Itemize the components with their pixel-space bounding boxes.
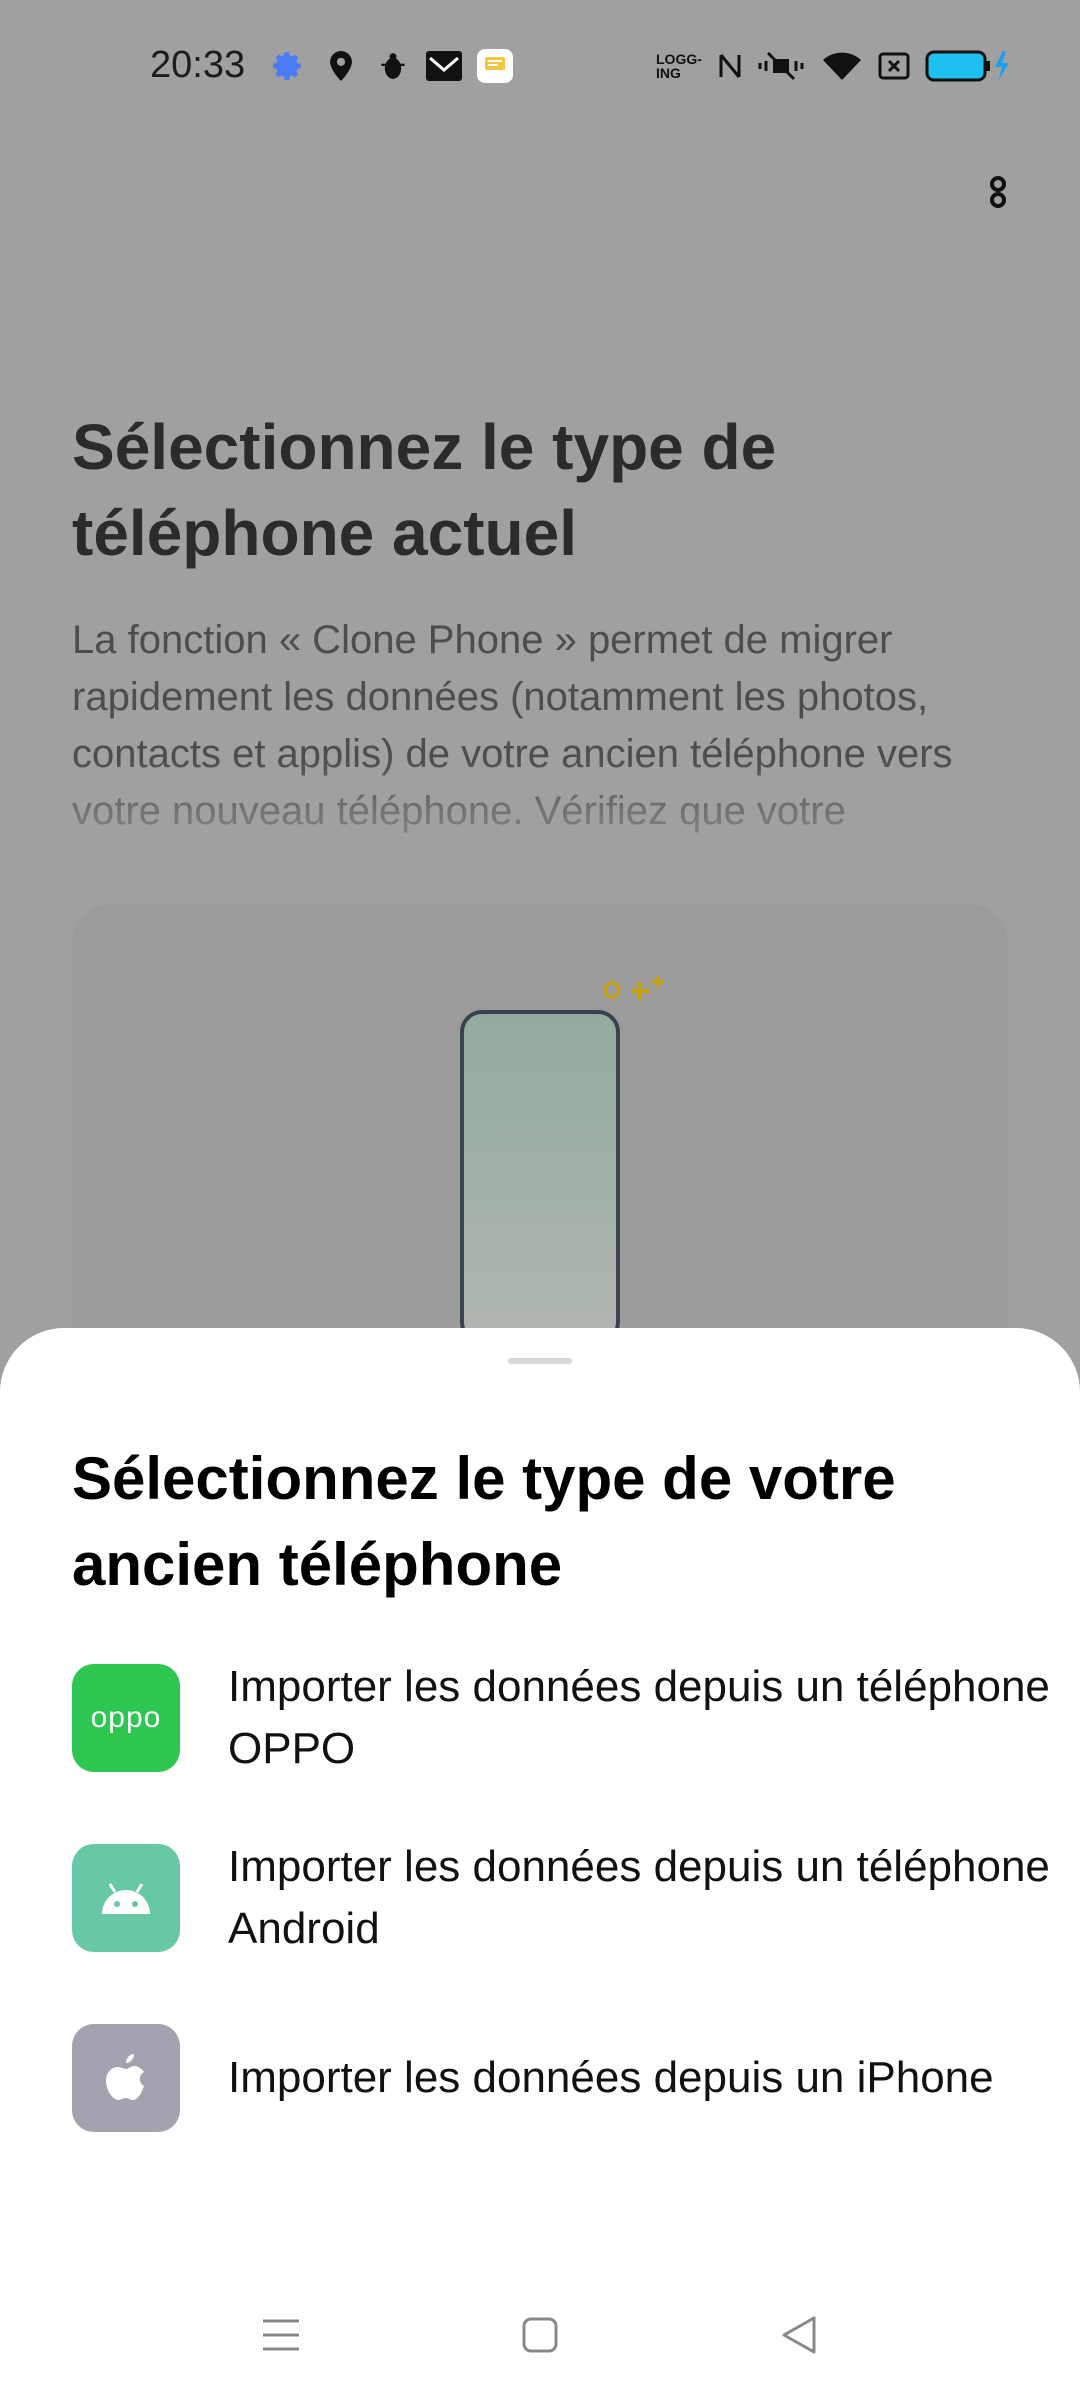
vibrate-silent-icon — [754, 48, 808, 84]
phone-type-bottom-sheet: Sélectionnez le type de votre ancien tél… — [0, 1328, 1080, 2400]
option-iphone[interactable]: Importer les données depuis un iPhone — [72, 2024, 1072, 2164]
sheet-title: Sélectionnez le type de votre ancien tél… — [72, 1445, 896, 1598]
nfc-icon — [714, 48, 746, 84]
option-label-oppo: Importer les données depuis un téléphone… — [228, 1662, 1050, 1773]
option-android[interactable]: Importer les données depuis un téléphone… — [72, 1842, 1072, 1984]
mail-icon — [424, 48, 464, 84]
location-pin-icon — [326, 48, 356, 84]
option-label-iphone: Importer les données depuis un iPhone — [228, 2053, 994, 2102]
oppo-logo-text: oppo — [90, 1701, 162, 1734]
more-options-button[interactable] — [968, 170, 1028, 230]
page-title: Sélectionnez le type de téléphone actuel — [72, 411, 777, 569]
logging-icon: LOGG-ING — [656, 48, 706, 84]
close-box-icon — [876, 48, 912, 84]
navigation-bar — [0, 2290, 1080, 2380]
option-label-android: Importer les données depuis un téléphone… — [228, 1842, 1050, 1953]
menu-icon[interactable] — [236, 2290, 326, 2380]
apple-icon — [72, 2024, 180, 2132]
battery-charging-icon — [924, 48, 1014, 84]
status-bar: 20:33 LOGG-ING — [0, 0, 1080, 140]
android-icon — [72, 1844, 180, 1952]
wifi-icon — [820, 48, 864, 84]
bug-icon — [378, 48, 408, 84]
option-oppo[interactable]: oppo Importer les données depuis un télé… — [72, 1662, 1072, 1804]
message-icon — [476, 48, 514, 84]
settings-gear-icon — [270, 48, 306, 84]
home-square-icon[interactable] — [495, 2290, 585, 2380]
description-fade — [0, 758, 1080, 848]
oppo-logo-icon: oppo — [72, 1664, 180, 1772]
logging-text: LOGG-ING — [656, 51, 702, 81]
back-triangle-icon[interactable] — [754, 2290, 844, 2380]
status-time: 20:33 — [150, 44, 246, 86]
sheet-drag-handle[interactable] — [508, 1358, 572, 1364]
